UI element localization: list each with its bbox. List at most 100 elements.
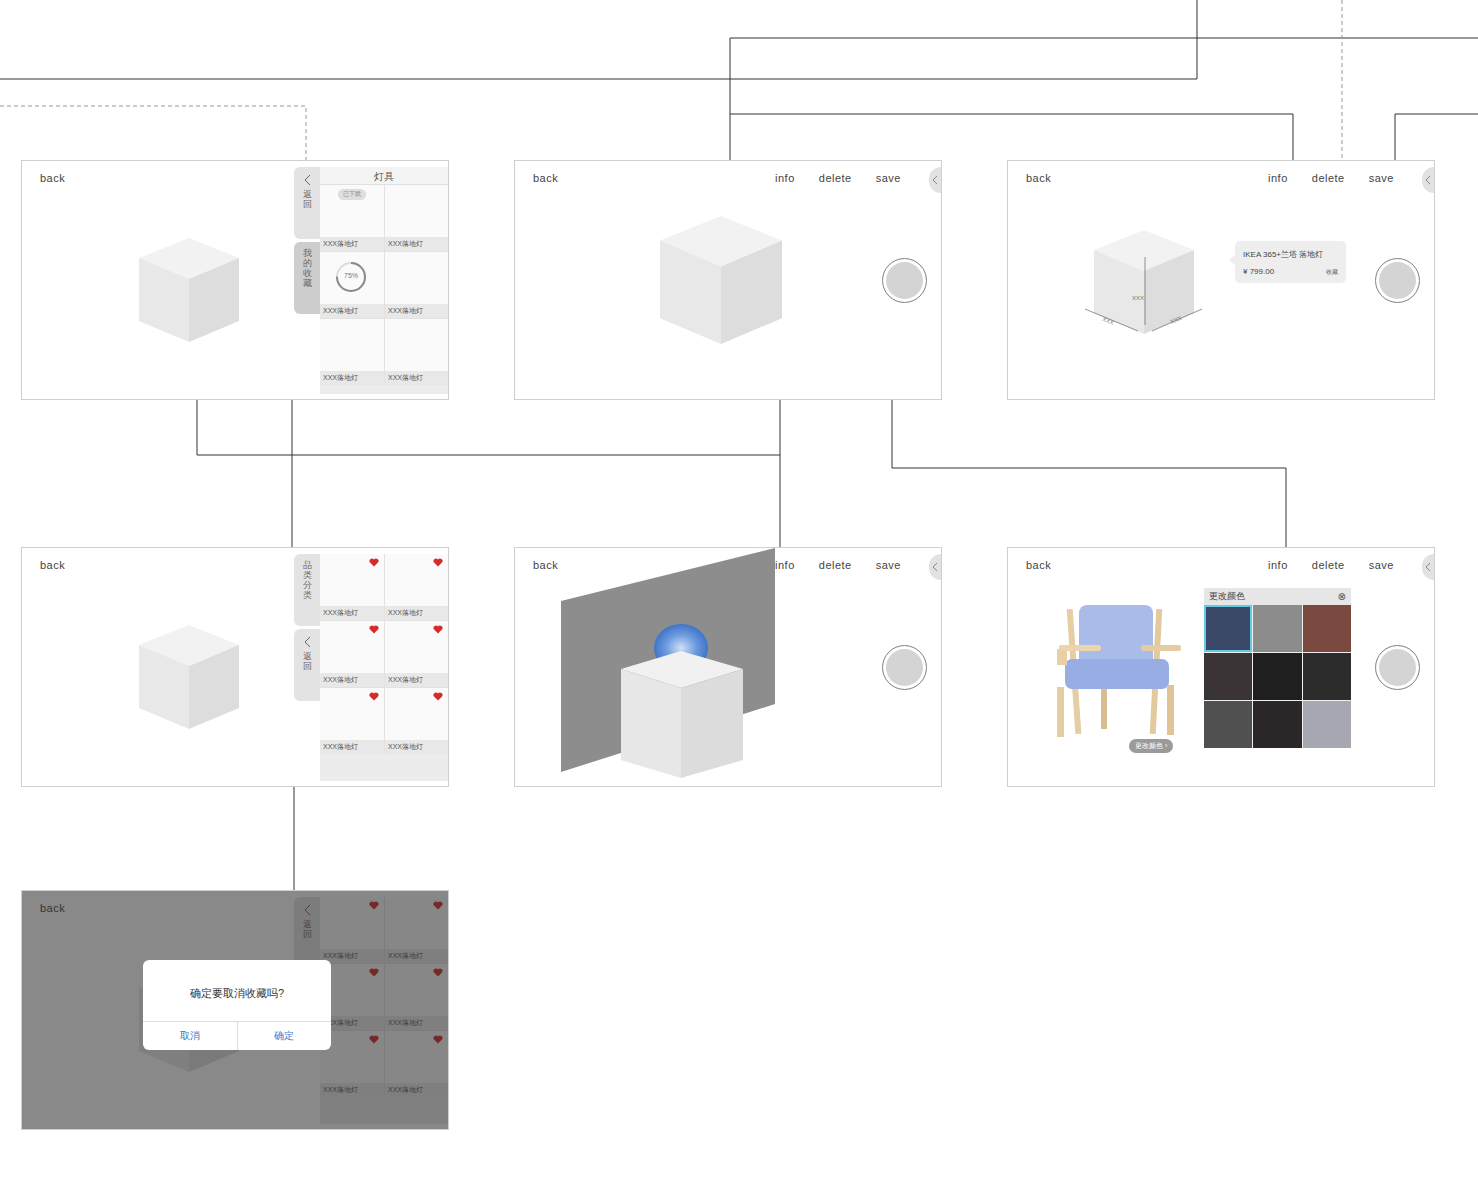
collapse-tab[interactable] bbox=[1422, 167, 1434, 193]
fabric-swatch[interactable] bbox=[1204, 605, 1252, 652]
product-card[interactable]: XXX落地灯 bbox=[385, 185, 448, 251]
back-button[interactable]: back bbox=[533, 172, 558, 184]
heart-icon[interactable] bbox=[369, 558, 379, 567]
product-card[interactable]: XXX落地灯 bbox=[385, 252, 448, 318]
fabric-swatch[interactable] bbox=[1253, 605, 1301, 652]
dialog-button[interactable]: 取消 bbox=[143, 1022, 237, 1050]
chevron-left-icon bbox=[932, 562, 938, 572]
downloaded-badge: 已下载 bbox=[338, 189, 366, 200]
product-card[interactable]: XXX落地灯 bbox=[385, 554, 448, 620]
product-card[interactable]: XXX落地灯 bbox=[320, 688, 384, 754]
collapse-tab[interactable] bbox=[929, 554, 941, 580]
close-icon[interactable]: ⊗ bbox=[1338, 591, 1346, 602]
back-button[interactable]: back bbox=[1026, 559, 1051, 571]
chevron-left-icon bbox=[303, 174, 311, 186]
panel-tab[interactable]: 返回 bbox=[294, 629, 320, 701]
top-bar: back info delete save bbox=[515, 161, 941, 184]
back-button[interactable]: back bbox=[533, 559, 558, 571]
collapse-tab[interactable] bbox=[929, 167, 941, 193]
side-panel: 品类分类返回XXX落地灯XXX落地灯XXX落地灯XXX落地灯XXX落地灯XXX落… bbox=[294, 554, 448, 781]
heart-icon[interactable] bbox=[433, 692, 443, 701]
product-label: XXX落地灯 bbox=[385, 673, 448, 687]
fabric-swatch[interactable] bbox=[1303, 701, 1351, 748]
product-card[interactable]: XXX落地灯 bbox=[320, 554, 384, 620]
product-card[interactable]: 已下载 XXX落地灯 bbox=[320, 185, 384, 251]
panel-tab[interactable]: 返回 bbox=[294, 167, 320, 239]
dialog-button[interactable]: 确定 bbox=[237, 1022, 332, 1050]
chevron-left-icon bbox=[932, 175, 938, 185]
panel-tab[interactable]: 我的收藏 bbox=[294, 242, 320, 314]
product-card[interactable]: XXX落地灯 bbox=[320, 621, 384, 687]
product-label: XXX落地灯 bbox=[385, 371, 448, 385]
capture-button[interactable] bbox=[882, 645, 927, 690]
screen-mockup: XXXXXXXXXIKEA 365+兰塔 落地灯¥ 799.00收藏backin… bbox=[1007, 160, 1435, 400]
change-color-button[interactable]: 更改颜色 › bbox=[1129, 739, 1173, 753]
fabric-swatch[interactable] bbox=[1253, 653, 1301, 700]
fabric-swatch[interactable] bbox=[1204, 701, 1252, 748]
product-card[interactable]: XXX落地灯 bbox=[385, 319, 448, 385]
action-button[interactable]: delete bbox=[819, 172, 852, 184]
action-button[interactable]: save bbox=[876, 559, 901, 571]
action-button[interactable]: delete bbox=[819, 559, 852, 571]
capture-button[interactable] bbox=[1375, 258, 1420, 303]
connector-line bbox=[292, 400, 293, 547]
screen-mockup: back info delete save bbox=[514, 160, 942, 400]
cube-model[interactable] bbox=[139, 625, 239, 729]
action-button[interactable]: save bbox=[1369, 559, 1394, 571]
product-card[interactable]: XXX落地灯 bbox=[385, 621, 448, 687]
product-label: XXX落地灯 bbox=[320, 304, 384, 318]
connector-line bbox=[197, 400, 780, 455]
action-button[interactable]: save bbox=[876, 172, 901, 184]
dimension-label: XXX bbox=[1132, 295, 1144, 301]
capture-button[interactable] bbox=[882, 258, 927, 303]
favorite-button[interactable]: 收藏 bbox=[1326, 268, 1338, 277]
cube-model[interactable] bbox=[621, 651, 743, 778]
product-tooltip: IKEA 365+兰塔 落地灯¥ 799.00收藏 bbox=[1235, 241, 1346, 283]
top-bar: back info delete save bbox=[1008, 161, 1434, 184]
back-button[interactable]: back bbox=[40, 172, 65, 184]
action-button[interactable]: info bbox=[775, 172, 795, 184]
flow-canvas: back返回我的收藏灯具已下载XXX落地灯XXX落地灯75%XXX落地灯XXX落… bbox=[0, 0, 1478, 1190]
confirm-dialog: 确定要取消收藏吗?取消确定 bbox=[143, 960, 331, 1050]
cube-model[interactable] bbox=[660, 216, 782, 344]
cube-model[interactable] bbox=[139, 238, 239, 342]
product-label: XXX落地灯 bbox=[385, 740, 448, 754]
download-progress: 75% bbox=[334, 260, 368, 294]
chevron-left-icon bbox=[303, 636, 311, 648]
product-label: XXX落地灯 bbox=[320, 673, 384, 687]
heart-icon[interactable] bbox=[433, 625, 443, 634]
screen-mockup: 更改颜色 › 更改颜色 ⊗ back info delete save bbox=[1007, 547, 1435, 787]
chevron-left-icon bbox=[1425, 175, 1431, 185]
product-card[interactable]: XXX落地灯 bbox=[385, 688, 448, 754]
fabric-swatch[interactable] bbox=[1253, 701, 1301, 748]
fabric-swatch[interactable] bbox=[1303, 605, 1351, 652]
action-button[interactable]: delete bbox=[1312, 172, 1345, 184]
fabric-swatch[interactable] bbox=[1303, 653, 1351, 700]
product-card[interactable]: 75% XXX落地灯 bbox=[320, 252, 384, 318]
heart-icon[interactable] bbox=[433, 558, 443, 567]
action-button[interactable]: save bbox=[1369, 172, 1394, 184]
action-button[interactable]: info bbox=[1268, 172, 1288, 184]
connector-line bbox=[1342, 0, 1343, 160]
connector-line bbox=[780, 400, 781, 547]
connector-line bbox=[0, 0, 1197, 79]
connector-line bbox=[294, 787, 295, 890]
dimension-lines bbox=[1080, 221, 1210, 341]
heart-icon[interactable] bbox=[369, 625, 379, 634]
action-button[interactable]: info bbox=[775, 559, 795, 571]
collapse-tab[interactable] bbox=[1422, 554, 1434, 580]
action-button[interactable]: info bbox=[1268, 559, 1288, 571]
fabric-swatch[interactable] bbox=[1204, 653, 1252, 700]
product-label: XXX落地灯 bbox=[320, 740, 384, 754]
screen-mockup: back返回XXX落地灯XXX落地灯XXX落地灯XXX落地灯XXX落地灯XXX落… bbox=[21, 890, 449, 1130]
product-card[interactable]: XXX落地灯 bbox=[320, 319, 384, 385]
heart-icon[interactable] bbox=[369, 692, 379, 701]
panel-tab[interactable]: 品类分类 bbox=[294, 554, 320, 626]
back-button[interactable]: back bbox=[1026, 172, 1051, 184]
top-bar: back info delete save bbox=[515, 548, 941, 571]
capture-button[interactable] bbox=[1375, 645, 1420, 690]
product-label: XXX落地灯 bbox=[320, 237, 384, 251]
action-button[interactable]: delete bbox=[1312, 559, 1345, 571]
back-button[interactable]: back bbox=[40, 559, 65, 571]
panel-title: 更改颜色 bbox=[1209, 590, 1245, 603]
